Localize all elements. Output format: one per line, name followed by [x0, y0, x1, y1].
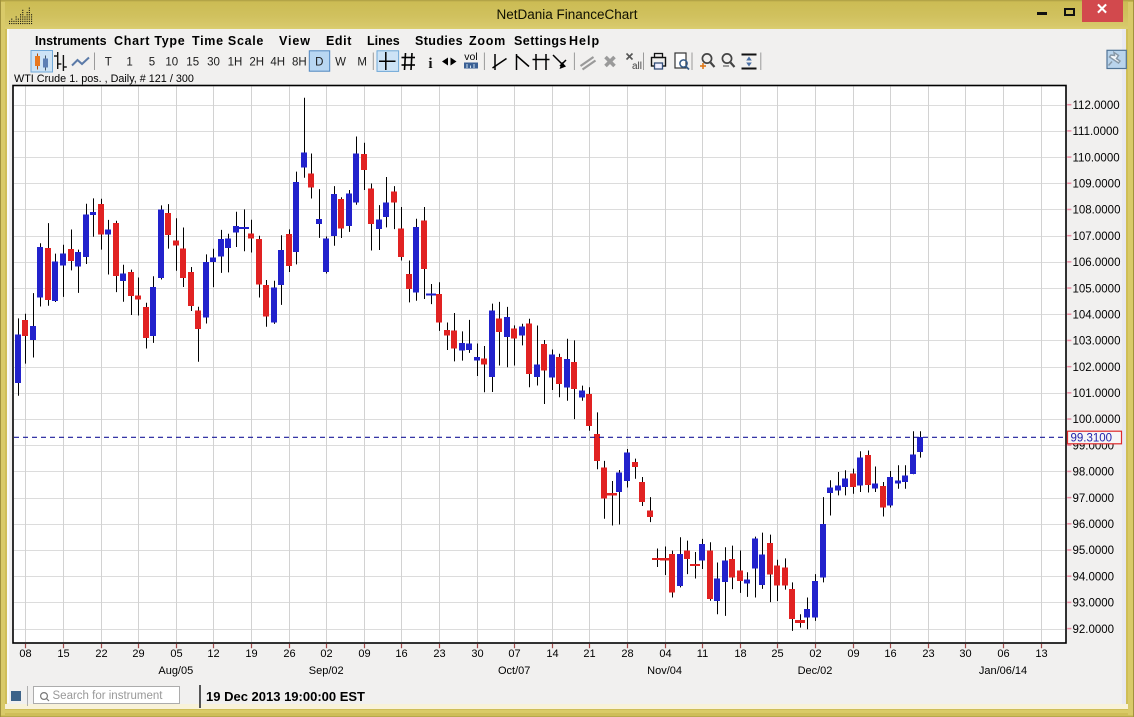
svg-text:09: 09 [358, 648, 370, 660]
svg-text:102.0000: 102.0000 [1073, 362, 1121, 374]
svg-text:05: 05 [170, 648, 182, 660]
svg-text:W: W [335, 57, 346, 69]
svg-text:08: 08 [19, 648, 31, 660]
svg-text:30: 30 [959, 648, 971, 660]
svg-text:92.0000: 92.0000 [1073, 624, 1115, 636]
svg-text:vol: vol [464, 51, 477, 63]
svg-text:96.0000: 96.0000 [1073, 519, 1115, 531]
svg-text:106.0000: 106.0000 [1073, 257, 1121, 269]
svg-text:28: 28 [621, 648, 633, 660]
svg-text:23: 23 [433, 648, 445, 660]
svg-text:104.0000: 104.0000 [1073, 309, 1121, 321]
svg-text:14: 14 [546, 648, 558, 660]
svg-text:11: 11 [697, 648, 708, 660]
svg-text:23: 23 [922, 648, 934, 660]
svg-text:110.0000: 110.0000 [1073, 152, 1120, 164]
svg-text:22: 22 [95, 648, 107, 660]
svg-text:07: 07 [508, 648, 520, 660]
svg-text:Nov/04: Nov/04 [647, 665, 682, 677]
svg-text:8H: 8H [292, 57, 307, 69]
svg-text:Aug/05: Aug/05 [158, 665, 193, 677]
svg-text:109.0000: 109.0000 [1073, 178, 1121, 190]
svg-text:Dec/02: Dec/02 [798, 665, 833, 677]
svg-text:1: 1 [126, 57, 132, 69]
svg-text:2H: 2H [249, 57, 264, 69]
svg-text:18: 18 [734, 648, 746, 660]
svg-text:10: 10 [165, 57, 178, 69]
svg-text:101.0000: 101.0000 [1073, 388, 1121, 400]
svg-text:T: T [105, 57, 112, 69]
svg-text:09: 09 [847, 648, 859, 660]
svg-text:107.0000: 107.0000 [1073, 231, 1121, 243]
svg-text:103.0000: 103.0000 [1073, 336, 1121, 348]
svg-text:29: 29 [132, 648, 144, 660]
svg-text:02: 02 [809, 648, 821, 660]
svg-text:16: 16 [884, 648, 896, 660]
svg-text:04: 04 [659, 648, 671, 660]
svg-text:94.0000: 94.0000 [1073, 571, 1115, 583]
svg-text:M: M [357, 57, 367, 69]
svg-text:30: 30 [471, 648, 483, 660]
svg-text:all: all [632, 61, 642, 72]
svg-text:108.0000: 108.0000 [1073, 205, 1121, 217]
svg-text:30: 30 [207, 57, 220, 69]
svg-text:21: 21 [583, 648, 595, 660]
svg-text:02: 02 [320, 648, 332, 660]
svg-text:105.0000: 105.0000 [1073, 283, 1121, 295]
svg-text:25: 25 [771, 648, 783, 660]
svg-text:111.0000: 111.0000 [1073, 126, 1119, 138]
svg-text:12: 12 [207, 648, 219, 660]
svg-text:Jan/06/14: Jan/06/14 [979, 665, 1027, 677]
svg-text:97.0000: 97.0000 [1073, 493, 1115, 505]
svg-text:99.3100: 99.3100 [1071, 432, 1113, 444]
svg-text:16: 16 [395, 648, 407, 660]
svg-text:Sep/02: Sep/02 [309, 665, 344, 677]
svg-text:06: 06 [997, 648, 1009, 660]
svg-text:19: 19 [245, 648, 257, 660]
svg-text:15: 15 [57, 648, 69, 660]
svg-text:i: i [428, 56, 432, 72]
svg-text:100.0000: 100.0000 [1073, 414, 1121, 426]
svg-text:1H: 1H [228, 57, 243, 69]
svg-text:Oct/07: Oct/07 [498, 665, 530, 677]
svg-text:95.0000: 95.0000 [1073, 545, 1115, 557]
svg-text:4H: 4H [270, 57, 285, 69]
svg-text:15: 15 [186, 57, 199, 69]
svg-text:26: 26 [283, 648, 295, 660]
svg-text:112.0000: 112.0000 [1073, 100, 1120, 112]
svg-text:93.0000: 93.0000 [1073, 598, 1115, 610]
svg-text:D: D [315, 57, 323, 69]
svg-text:13: 13 [1035, 648, 1047, 660]
svg-text:5: 5 [149, 57, 155, 69]
svg-text:98.0000: 98.0000 [1073, 467, 1115, 479]
